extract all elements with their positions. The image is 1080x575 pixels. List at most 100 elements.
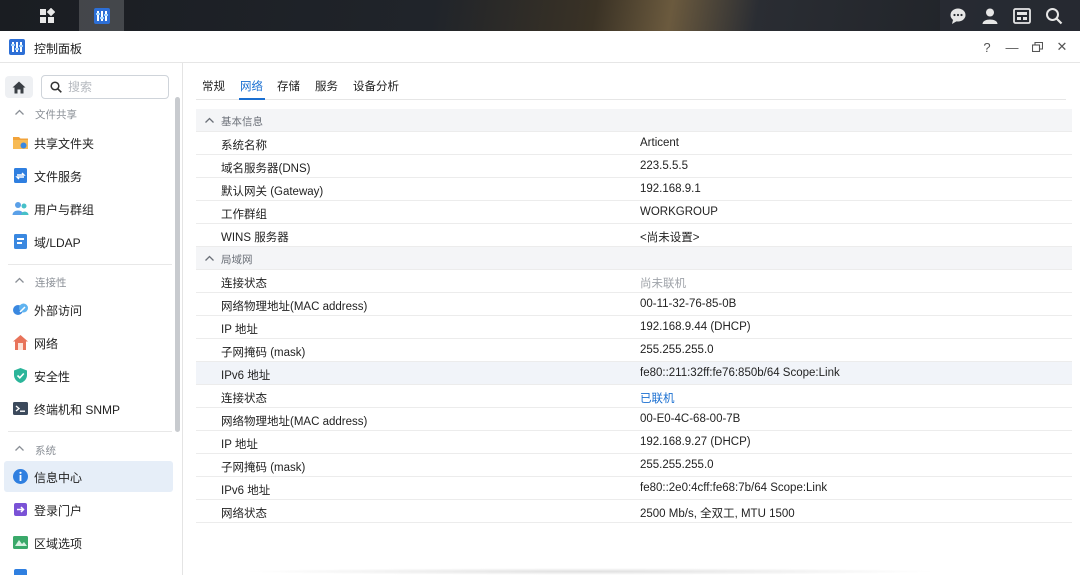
help-button[interactable]: ? [978, 39, 996, 55]
section-connectivity[interactable]: 连接性 [0, 273, 172, 291]
sidebar-item-label: 外部访问 [34, 304, 83, 318]
row-value: WORKGROUP [640, 206, 718, 218]
table-row: 连接状态 尚未联机 [196, 270, 1072, 293]
sidebar-item-domain-ldap[interactable]: 域/LDAP [4, 226, 173, 257]
row-value: 00-E0-4C-68-00-7B [640, 413, 741, 425]
chat-icon[interactable] [942, 0, 974, 31]
chevron-up-icon [15, 445, 24, 451]
row-key: WINS 服务器 [221, 232, 289, 244]
row-key: IPv6 地址 [221, 485, 271, 497]
table-row: IP 地址 192.168.9.27 (DHCP) [196, 431, 1072, 454]
control-panel-taskbar-button[interactable] [79, 0, 124, 31]
tab-network[interactable]: 网络 [240, 78, 263, 94]
row-value: 2500 Mb/s, 全双工, MTU 1500 [640, 508, 795, 520]
section-file-sharing[interactable]: 文件共享 [0, 105, 172, 123]
group-label: 局域网 [221, 254, 253, 266]
row-value: <尚未设置> [640, 232, 700, 244]
sidebar-item-label: 信息中心 [34, 471, 83, 485]
external-access-icon [13, 303, 28, 315]
sidebar-item-regional-options[interactable]: 区域选项 [4, 527, 173, 558]
sidebar-item-label: 域/LDAP [34, 236, 81, 250]
close-button[interactable]: ✕ [1053, 39, 1071, 55]
sidebar-item-users-groups[interactable]: 用户与群组 [4, 193, 173, 224]
user-icon[interactable] [974, 0, 1006, 31]
section-label: 文件共享 [35, 109, 77, 121]
sidebar-item-file-services[interactable]: 文件服务 [4, 160, 173, 191]
settings-icon [14, 569, 27, 575]
group-header-basic-info[interactable]: 基本信息 [196, 109, 1072, 132]
sidebar-item-login-portal[interactable]: 登录门户 [4, 494, 173, 525]
desktop-taskbar [0, 0, 1080, 31]
search-icon [50, 81, 62, 93]
row-key: 网络状态 [221, 508, 267, 520]
restore-icon [1031, 42, 1043, 52]
row-key: 子网掩码 (mask) [221, 347, 306, 359]
chevron-up-icon [15, 277, 24, 283]
row-key: 连接状态 [221, 278, 267, 290]
table-row: 网络物理地址(MAC address) 00-E0-4C-68-00-7B [196, 408, 1072, 431]
section-system[interactable]: 系统 [0, 441, 172, 459]
row-value: 255.255.255.0 [640, 344, 714, 356]
row-value: 192.168.9.44 (DHCP) [640, 321, 751, 333]
sidebar-item-terminal-snmp[interactable]: 终端机和 SNMP [4, 393, 173, 424]
window-titlebar: 控制面板 ? — ✕ [0, 31, 1080, 63]
section-label: 系统 [35, 445, 56, 457]
search-input[interactable] [68, 79, 164, 95]
table-row: IP 地址 192.168.9.44 (DHCP) [196, 316, 1072, 339]
regional-options-icon [13, 536, 28, 549]
row-key: IPv6 地址 [221, 370, 271, 382]
minimize-button[interactable]: — [1003, 39, 1021, 55]
sidebar-item-info-center[interactable]: 信息中心 [4, 461, 173, 492]
table-row: 默认网关 (Gateway) 192.168.9.1 [196, 178, 1072, 201]
sidebar-item-label: 用户与群组 [34, 203, 95, 217]
row-value: 尚未联机 [640, 278, 686, 290]
security-shield-icon [14, 368, 27, 383]
sidebar: 文件共享 共享文件夹 文件服务 用户与群组 域/LDAP 连接性 外部访问 网络… [0, 63, 183, 575]
search-box[interactable] [41, 75, 169, 99]
row-value: 192.168.9.27 (DHCP) [640, 436, 751, 448]
sidebar-scrollbar[interactable] [175, 97, 180, 432]
table-row: 系统名称 Articent [196, 132, 1072, 155]
sidebar-item-shared-folder[interactable]: 共享文件夹 [4, 127, 173, 158]
section-label: 连接性 [35, 277, 67, 289]
window-title: 控制面板 [34, 42, 83, 56]
taskbar-tray [940, 0, 1080, 31]
tab-storage[interactable]: 存储 [277, 78, 300, 94]
main-menu-icon [39, 7, 55, 23]
sidebar-item-security[interactable]: 安全性 [4, 360, 173, 391]
row-value: Articent [640, 137, 679, 149]
sidebar-item-external-access[interactable]: 外部访问 [4, 294, 173, 325]
row-value: fe80::2e0:4cff:fe68:7b/64 Scope:Link [640, 482, 828, 494]
active-tab-indicator [239, 98, 265, 100]
tab-device-analysis[interactable]: 设备分析 [353, 78, 399, 94]
table-row: 域名服务器(DNS) 223.5.5.5 [196, 155, 1072, 178]
users-groups-icon [12, 202, 29, 215]
sidebar-item-network[interactable]: 网络 [4, 327, 173, 358]
group-label: 基本信息 [221, 116, 263, 128]
network-icon [13, 335, 28, 350]
row-key: 网络物理地址(MAC address) [221, 301, 368, 313]
table-row: 工作群组 WORKGROUP [196, 201, 1072, 224]
domain-ldap-icon [14, 234, 27, 249]
table-row: 网络物理地址(MAC address) 00-11-32-76-85-0B [196, 293, 1072, 316]
tab-services[interactable]: 服务 [315, 78, 338, 94]
tab-general[interactable]: 常规 [202, 78, 225, 94]
file-services-icon [14, 168, 27, 183]
sidebar-item-label: 终端机和 SNMP [34, 403, 121, 417]
search-icon[interactable] [1038, 0, 1070, 31]
restore-button[interactable] [1028, 39, 1046, 55]
main-menu-button[interactable] [24, 0, 69, 31]
home-button[interactable] [5, 76, 33, 98]
terminal-icon [13, 402, 28, 415]
section-divider [8, 264, 172, 265]
widgets-icon[interactable] [1006, 0, 1038, 31]
row-value: 223.5.5.5 [640, 160, 688, 172]
row-key: 网络物理地址(MAC address) [221, 416, 368, 428]
sidebar-item-label: 区域选项 [34, 537, 83, 551]
sidebar-item-next-partial[interactable] [4, 560, 173, 575]
row-key: 系统名称 [221, 140, 267, 152]
row-value: 255.255.255.0 [640, 459, 714, 471]
table-row: WINS 服务器 <尚未设置> [196, 224, 1072, 247]
sidebar-item-label: 共享文件夹 [34, 137, 95, 151]
group-header-lan[interactable]: 局域网 [196, 247, 1072, 270]
